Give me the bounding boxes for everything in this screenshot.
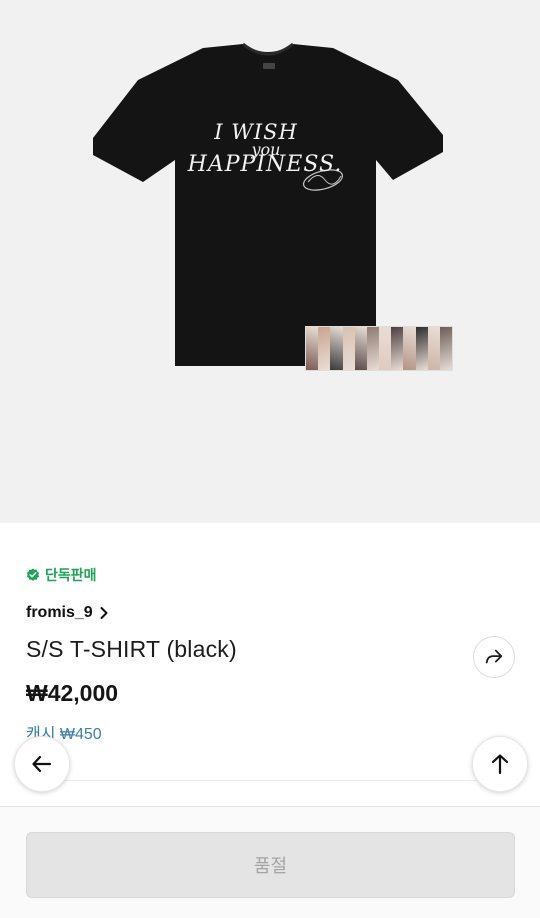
product-price: ₩42,000 bbox=[26, 680, 119, 706]
print-line: HAPPINESS. bbox=[187, 152, 343, 177]
scroll-top-button[interactable] bbox=[472, 736, 528, 792]
photo-card bbox=[306, 327, 319, 370]
photo-card bbox=[330, 327, 343, 370]
exclusive-badge: 단독판매 bbox=[26, 565, 97, 585]
artist-link[interactable]: fromis_9 bbox=[26, 604, 109, 622]
soldout-button[interactable]: 품절 bbox=[26, 832, 515, 898]
artist-name: fromis_9 bbox=[26, 604, 93, 621]
exclusive-badge-label: 단독판매 bbox=[45, 567, 97, 583]
product-image-area[interactable]: I WISH you HAPPINESS. bbox=[0, 0, 540, 523]
photo-strip bbox=[305, 326, 453, 371]
photo-card bbox=[379, 327, 392, 370]
chevron-right-icon bbox=[100, 607, 108, 619]
photo-card bbox=[318, 327, 331, 370]
photo-card bbox=[403, 327, 416, 370]
photo-card bbox=[391, 327, 404, 370]
photo-card bbox=[342, 327, 355, 370]
verified-check-icon bbox=[26, 568, 40, 581]
arrow-left-icon bbox=[32, 755, 52, 773]
divider bbox=[26, 780, 514, 781]
share-arrow-icon bbox=[485, 649, 503, 664]
share-button[interactable] bbox=[473, 636, 515, 678]
arrow-up-icon bbox=[491, 754, 509, 775]
photo-card bbox=[366, 327, 380, 370]
back-button[interactable] bbox=[14, 736, 70, 792]
photo-card bbox=[415, 327, 428, 370]
product-title: S/S T-SHIRT (black) bbox=[26, 636, 237, 662]
photo-card bbox=[427, 327, 440, 370]
photo-card bbox=[439, 327, 452, 370]
photo-card bbox=[354, 327, 367, 370]
